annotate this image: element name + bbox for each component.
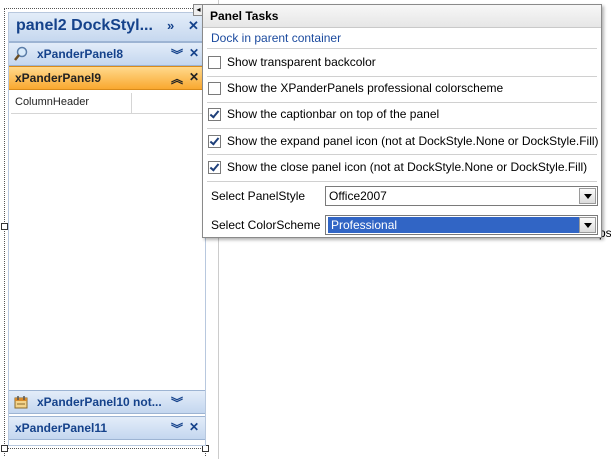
resize-handle[interactable] — [1, 223, 8, 230]
calendar-icon — [14, 396, 28, 409]
color-scheme-label: Select ColorScheme — [211, 218, 321, 232]
xpander-panel-8[interactable]: xPanderPanel8 ︾ ✕ — [9, 42, 205, 66]
expand-caption-icon[interactable]: » — [167, 18, 174, 33]
double-chevron-up-icon[interactable]: ︽ — [171, 70, 183, 87]
checkbox[interactable] — [208, 161, 221, 174]
checkbox[interactable] — [208, 135, 221, 148]
checkbox-label: Show the expand panel icon (not at DockS… — [227, 134, 599, 148]
xpander-panel-9[interactable]: xPanderPanel9 ︽ ✕ — [9, 66, 205, 90]
divider — [207, 102, 597, 103]
divider — [207, 128, 597, 129]
checkbox-label: Show the XPanderPanels professional colo… — [227, 81, 504, 95]
panel-style-label: Select PanelStyle — [211, 189, 306, 203]
checkbox-label: Show the close panel icon (not at DockSt… — [227, 160, 588, 174]
panel-tasks-popup: Panel Tasks Dock in parent container Sho… — [202, 4, 602, 238]
panel-tasks-header: Panel Tasks — [203, 5, 601, 28]
xpander-panel-label: xPanderPanel8 — [37, 47, 124, 61]
chevron-down-icon[interactable] — [579, 188, 596, 204]
magnifier-icon — [14, 46, 28, 61]
checkbox-label: Show transparent backcolor — [227, 55, 376, 69]
selection-border — [4, 8, 5, 456]
close-icon[interactable]: ✕ — [189, 420, 199, 434]
chevron-down-icon[interactable] — [579, 217, 596, 233]
list-view-header: ColumnHeader — [11, 93, 203, 114]
divider — [207, 76, 597, 77]
selection-border — [4, 8, 205, 9]
xpander-panel-label: xPanderPanel10 not... — [37, 395, 162, 409]
panel-style-dropdown[interactable]: Office2007 — [325, 186, 598, 206]
panel-title: panel2 DockStyl... — [16, 17, 153, 34]
xpander-panel-10[interactable]: xPanderPanel10 not... ︾ — [9, 390, 205, 414]
divider — [207, 181, 597, 182]
xpander-panel-label: xPanderPanel11 — [15, 421, 108, 435]
checkbox[interactable] — [208, 56, 221, 69]
divider — [207, 48, 597, 49]
panel-style-value: Office2007 — [329, 189, 387, 203]
designer-surface: panel2 DockStyl... » ✕ xPanderPanel8 ︾ ✕… — [0, 0, 218, 459]
close-icon[interactable]: ✕ — [189, 46, 199, 60]
divider — [207, 154, 597, 155]
xpander-panel-label: xPanderPanel9 — [15, 71, 102, 85]
panel-caption-bar: panel2 DockStyl... » ✕ — [9, 13, 205, 42]
checkbox[interactable] — [208, 108, 221, 121]
close-icon[interactable]: ✕ — [189, 70, 199, 84]
double-chevron-down-icon[interactable]: ︾ — [171, 46, 183, 63]
double-chevron-down-icon[interactable]: ︾ — [171, 420, 183, 437]
color-scheme-dropdown[interactable]: Professional — [325, 215, 598, 235]
close-icon[interactable]: ✕ — [188, 18, 199, 34]
double-chevron-down-icon[interactable]: ︾ — [171, 394, 183, 411]
xpander-panel-11[interactable]: xPanderPanel11 ︾ ✕ — [9, 416, 205, 440]
checkbox-label: Show the captionbar on top of the panel — [227, 107, 440, 121]
resize-handle[interactable] — [202, 445, 209, 452]
xpander-panel-list[interactable]: panel2 DockStyl... » ✕ xPanderPanel8 ︾ ✕… — [8, 12, 206, 446]
checkbox[interactable] — [208, 82, 221, 95]
dock-in-parent-link[interactable]: Dock in parent container — [211, 31, 341, 45]
column-divider[interactable] — [131, 93, 132, 113]
panel-tasks-title: Panel Tasks — [210, 9, 279, 23]
selection-border — [4, 448, 205, 449]
resize-handle[interactable] — [1, 445, 8, 452]
column-header[interactable]: ColumnHeader — [15, 96, 89, 108]
color-scheme-value: Professional — [328, 217, 584, 233]
